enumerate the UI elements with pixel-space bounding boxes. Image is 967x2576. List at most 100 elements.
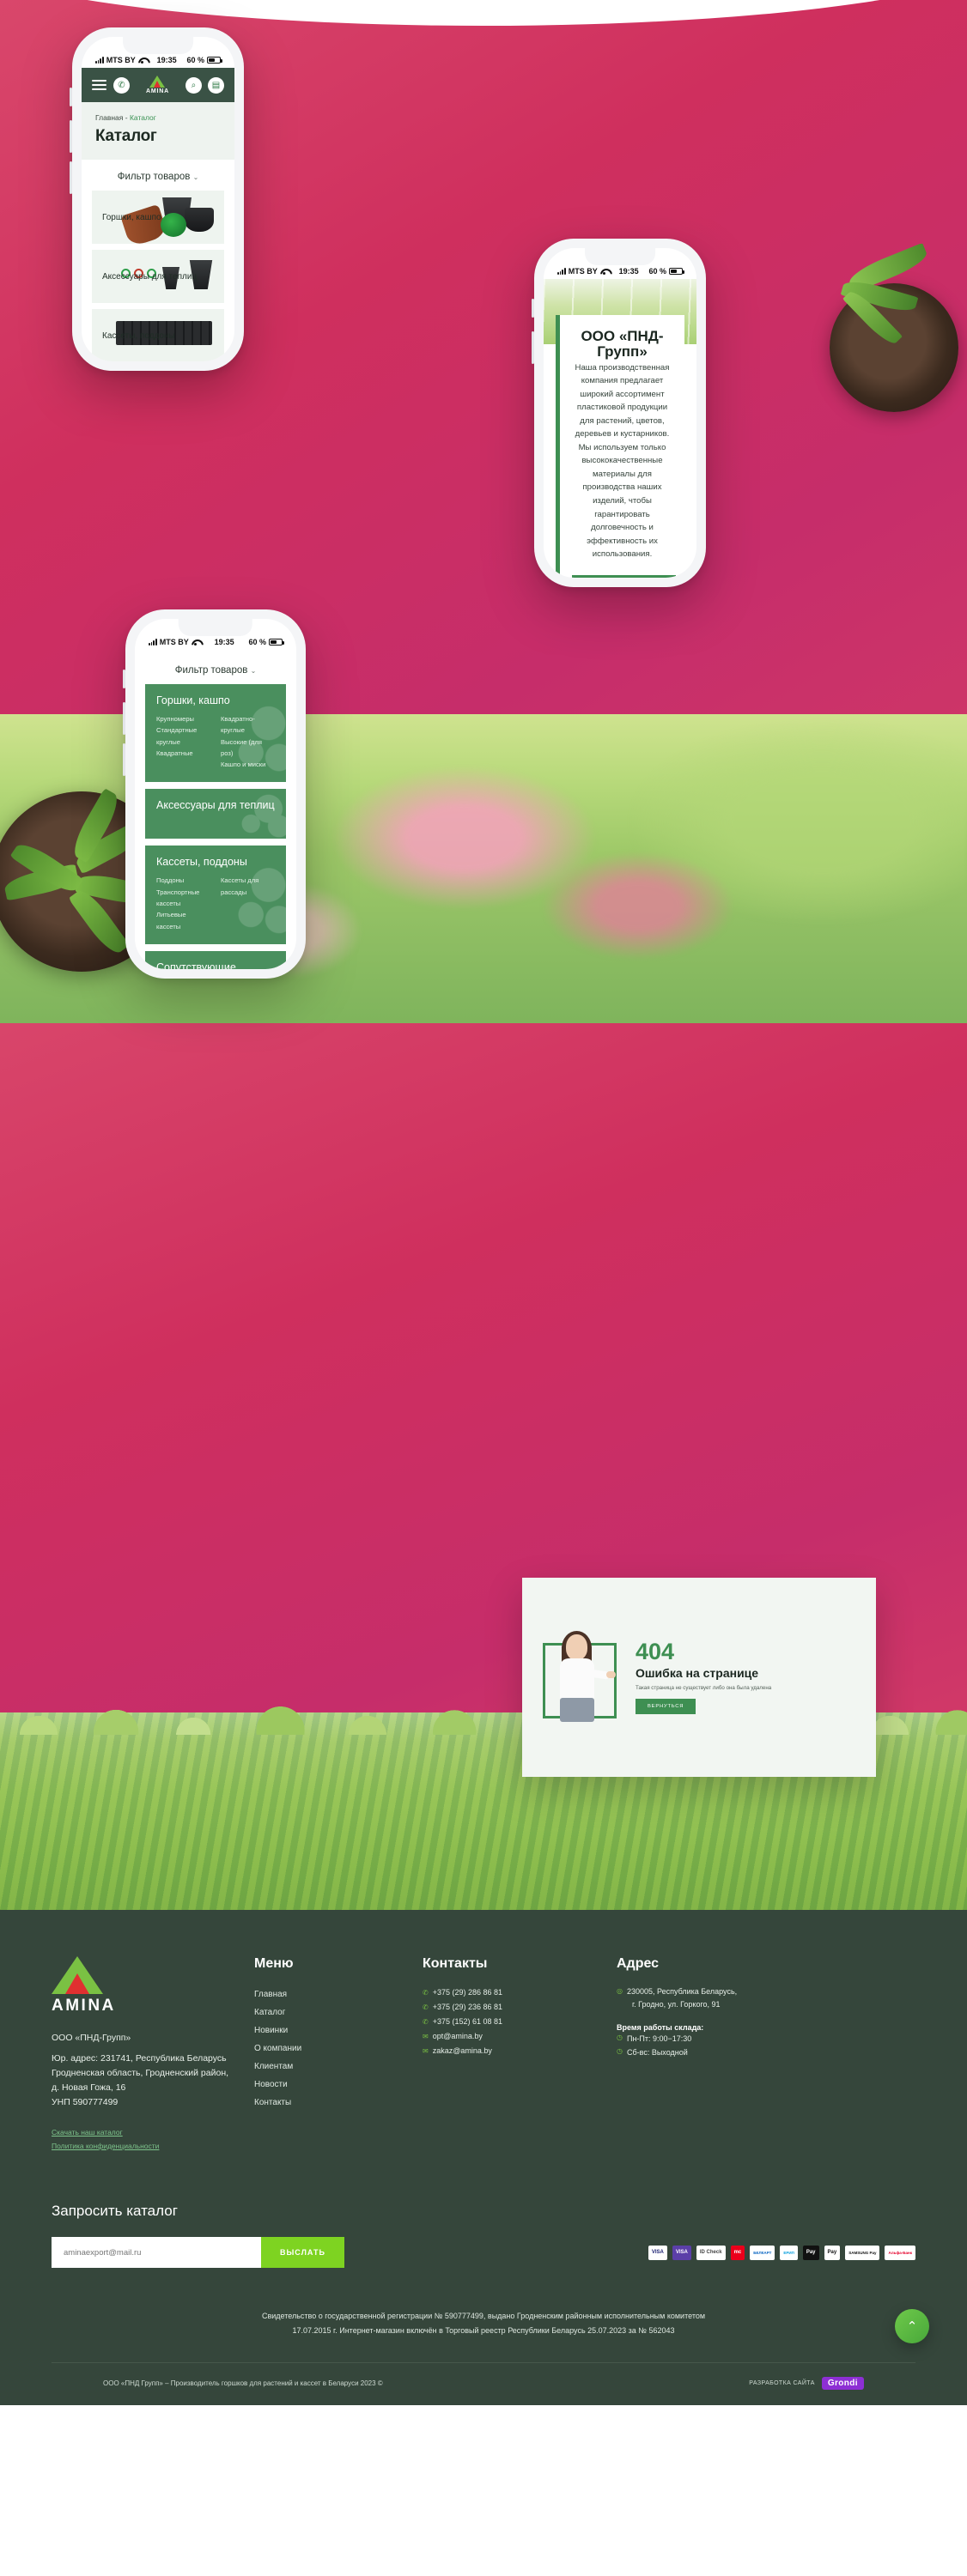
phone-mockup-home: MTS BY 19:35 60 % ООО «ПНД-Групп» Наша п… xyxy=(532,239,706,587)
clock-label: 19:35 xyxy=(156,56,177,64)
footer-menu-item[interactable]: Главная xyxy=(254,1985,400,2003)
cart-icon[interactable]: ▤ xyxy=(207,76,224,94)
filter-toggle[interactable]: Фильтр товаров ⌄ xyxy=(135,650,296,684)
list-item[interactable]: Кашпо и миски xyxy=(221,759,275,770)
payment-logo-visa-secure: VISA xyxy=(672,2245,691,2260)
phone-icon: ✆ xyxy=(423,2018,429,2027)
catalog-row[interactable]: Кассеты, поддоны xyxy=(92,309,224,361)
legal-text: Свидетельство о государственной регистра… xyxy=(52,2268,915,2362)
list-item[interactable]: Литьевые кассеты xyxy=(156,909,210,932)
list-item[interactable]: Стандартные круглые xyxy=(156,724,210,748)
signal-icon xyxy=(95,57,104,64)
footer-logo[interactable]: AMINA xyxy=(52,1956,232,2015)
payment-logo-visa: VISA xyxy=(648,2245,667,2260)
panel-title: Аксессуары для теплиц xyxy=(156,799,275,812)
about-text: Наша производственная компания предлагае… xyxy=(575,362,670,560)
breadcrumb: Главная - Каталог xyxy=(95,113,221,122)
footer-email[interactable]: ✉ opt@amina.by xyxy=(423,2029,594,2044)
panel-subcategory-list: Квадратно-круглые Высокие (для роз) Кашп… xyxy=(221,713,275,770)
list-item[interactable]: Крупномеры xyxy=(156,713,210,724)
address-line: Гродненская область, Гродненский район, xyxy=(52,2068,229,2078)
footer-bottom-bar: ООО «ПНД Групп» – Производитель горшков … xyxy=(52,2362,915,2405)
hamburger-menu-icon[interactable] xyxy=(92,77,106,93)
carrier-label: MTS BY xyxy=(568,267,598,276)
clock-label: 19:35 xyxy=(618,267,639,276)
envelope-icon: ✉ xyxy=(423,2033,429,2041)
phone-number: +375 (152) 61 08 81 xyxy=(432,2017,503,2027)
clock-label: 19:35 xyxy=(214,638,234,646)
scroll-to-top-button[interactable]: ⌃ xyxy=(895,2309,929,2344)
hours-value: Пн-Пт: 9:00−17:30 xyxy=(626,2034,692,2043)
filter-panel[interactable]: Аксессуары для теплиц xyxy=(145,789,286,839)
signal-icon xyxy=(149,639,157,646)
legal-line: Свидетельство о государственной регистра… xyxy=(261,2312,706,2321)
email-address: zakaz@amina.by xyxy=(432,2046,492,2056)
address-main: 230005, Республика Беларусь, xyxy=(626,1987,738,1996)
legal-line: 17.07.2015 г. Интернет-магазин включён в… xyxy=(292,2326,675,2336)
list-item[interactable]: Поддоны xyxy=(156,875,210,886)
footer-phone[interactable]: ✆ +375 (152) 61 08 81 xyxy=(423,2015,594,2029)
request-catalog-heading: Запросить каталог xyxy=(52,2203,178,2220)
about-company-card: ООО «ПНД-Групп» Наша производственная ко… xyxy=(556,315,684,578)
footer-menu-item[interactable]: Контакты xyxy=(254,2094,400,2112)
footer-phone[interactable]: ✆ +375 (29) 236 86 81 xyxy=(423,2000,594,2015)
payment-logo-gpay: Pay xyxy=(802,2245,819,2260)
panel-subcategory-list: Крупномеры Стандартные круглые Квадратны… xyxy=(156,713,210,770)
battery-label: 60 % xyxy=(648,267,666,276)
breadcrumb-home[interactable]: Главная xyxy=(95,113,123,122)
payment-logo-idcheck: ID Check xyxy=(696,2245,726,2260)
catalog-row-label: Аксессуары для теплиц xyxy=(102,271,198,282)
wifi-icon xyxy=(138,57,147,64)
list-item[interactable]: Квадратные xyxy=(156,748,210,759)
email-field[interactable] xyxy=(52,2237,261,2269)
filter-panel[interactable]: Кассеты, поддоны Поддоны Транспортные ка… xyxy=(145,846,286,944)
footer-menu-item[interactable]: Новинки xyxy=(254,2021,400,2040)
back-button[interactable]: ВЕРНУТЬСЯ xyxy=(636,1699,696,1714)
developer-label: РАЗРАБОТКА САЙТА xyxy=(749,2380,815,2387)
privacy-policy-link[interactable]: Политика конфиденциальности xyxy=(52,2139,232,2153)
battery-icon xyxy=(207,57,222,64)
footer-menu-item[interactable]: Клиентам xyxy=(254,2058,400,2076)
list-item[interactable]: Транспортные кассеты xyxy=(156,887,210,910)
page-header-block: Главная - Каталог Каталог xyxy=(82,102,234,160)
panel-title: Сопутствующие товары xyxy=(156,961,236,969)
list-item[interactable]: Кассеты для рассады xyxy=(221,875,275,898)
download-catalog-link[interactable]: Скачать наш каталог xyxy=(52,2125,232,2139)
more-button[interactable]: ПОДРОБНЕЕ xyxy=(572,574,676,578)
filter-panel[interactable]: Горшки, кашпо Крупномеры Стандартные кру… xyxy=(145,684,286,783)
hours-row: ◷ Сб-вс: Выходной xyxy=(617,2046,915,2060)
phone-call-icon[interactable]: ✆ xyxy=(113,76,130,94)
error-heading: Ошибка на странице xyxy=(636,1666,759,1680)
signal-icon xyxy=(557,268,566,275)
logo-mark-icon xyxy=(149,76,166,88)
filter-toggle[interactable]: Фильтр товаров ⌄ xyxy=(82,160,234,191)
footer-company-name: ООО «ПНД-Групп» xyxy=(52,2033,131,2043)
footer-menu-item[interactable]: О компании xyxy=(254,2040,400,2058)
catalog-row[interactable]: Горшки, кашпо xyxy=(92,191,224,248)
footer-legal-address: Юр. адрес: 231741, Республика Беларусь Г… xyxy=(52,2052,232,2110)
footer-menu-item[interactable]: Каталог xyxy=(254,2003,400,2021)
cart-glyph: ▤ xyxy=(211,80,221,90)
filter-panel[interactable]: Сопутствующие товары Агроткани Бамбукова… xyxy=(145,950,286,969)
footer-phone[interactable]: ✆ +375 (29) 286 86 81 xyxy=(423,1985,594,2000)
site-header: ✆ AMINA ⌕ ▤ xyxy=(82,68,234,102)
address-line: УНП 590777499 xyxy=(52,2097,119,2107)
search-icon[interactable]: ⌕ xyxy=(185,76,202,94)
list-item[interactable]: Высокие (для роз) xyxy=(221,736,275,760)
error-illustration xyxy=(539,1631,622,1722)
footer-menu-item[interactable]: Новости xyxy=(254,2076,400,2094)
logo-wordmark: AMINA xyxy=(146,88,169,94)
filter-label: Фильтр товаров xyxy=(174,665,248,676)
chevron-down-icon: ⌄ xyxy=(250,667,257,675)
send-button[interactable]: ВЫСЛАТЬ xyxy=(261,2237,344,2269)
site-logo[interactable]: AMINA xyxy=(146,76,169,94)
footer-email[interactable]: ✉ zakaz@amina.by xyxy=(423,2044,594,2058)
breadcrumb-separator: - xyxy=(125,113,128,122)
request-catalog-block: Запросить каталог ВЫСЛАТЬ VISA VISA ID C… xyxy=(52,2203,915,2269)
payment-logo-mastercard: mc xyxy=(730,2245,745,2260)
catalog-row[interactable]: Аксессуары для теплиц xyxy=(92,250,224,303)
list-item[interactable]: Квадратно-круглые xyxy=(221,713,275,736)
phone-number: +375 (29) 236 86 81 xyxy=(432,2003,503,2012)
error-404-card: 404 Ошибка на странице Такая страница не… xyxy=(522,1578,876,1777)
developer-logo[interactable]: Grondi xyxy=(821,2377,864,2391)
